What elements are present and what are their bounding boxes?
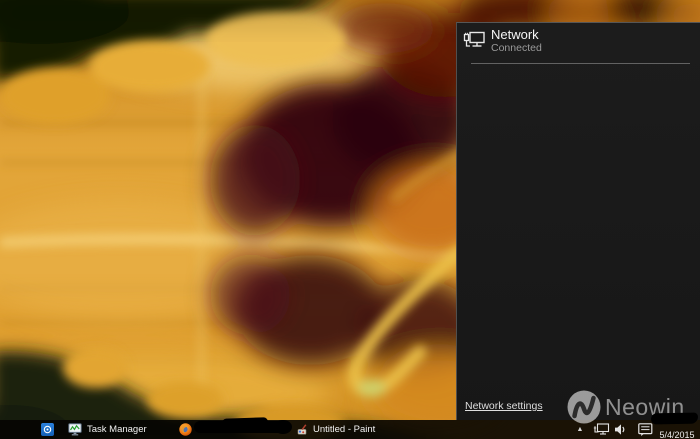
network-text-block: Network Connected [491, 27, 542, 55]
tray-network-icon[interactable] [593, 423, 610, 436]
network-connection-item[interactable]: Network Connected [457, 23, 700, 63]
ethernet-icon [463, 30, 487, 52]
taskbar: Task Manager Untitled - Pain [0, 420, 700, 439]
tray-date: 5/4/2015 [656, 430, 698, 439]
taskbar-app-firefox-button[interactable] [179, 423, 192, 436]
blue-app-icon [42, 424, 53, 435]
taskbar-button-paint[interactable]: Untitled - Paint [296, 423, 375, 436]
network-flyout: Network Connected Network settings [456, 22, 700, 420]
taskbar-label-task-manager: Task Manager [87, 424, 147, 435]
task-manager-icon [68, 423, 82, 436]
network-title: Network [491, 27, 542, 42]
flyout-separator [471, 63, 690, 64]
show-hidden-icons-button[interactable]: ▲ [575, 425, 585, 435]
taskbar-label-paint: Untitled - Paint [313, 424, 375, 435]
desktop: Network Connected Network settings Neowi… [0, 0, 700, 439]
firefox-icon [179, 423, 192, 436]
network-status: Connected [491, 42, 542, 55]
paint-icon [296, 424, 308, 436]
redaction-blob-taskbar [194, 421, 286, 433]
taskbar-button-task-manager[interactable]: Task Manager [68, 423, 147, 436]
tray-action-center-icon[interactable] [638, 423, 653, 437]
tray-volume-icon[interactable] [614, 423, 626, 436]
tray-clock[interactable]: 5/4/2015 [656, 422, 698, 439]
network-settings-link[interactable]: Network settings [465, 400, 543, 412]
taskbar-app-blue-button[interactable] [41, 423, 54, 436]
chevron-up-icon: ▲ [577, 426, 584, 433]
redaction-blob-time [651, 413, 698, 425]
